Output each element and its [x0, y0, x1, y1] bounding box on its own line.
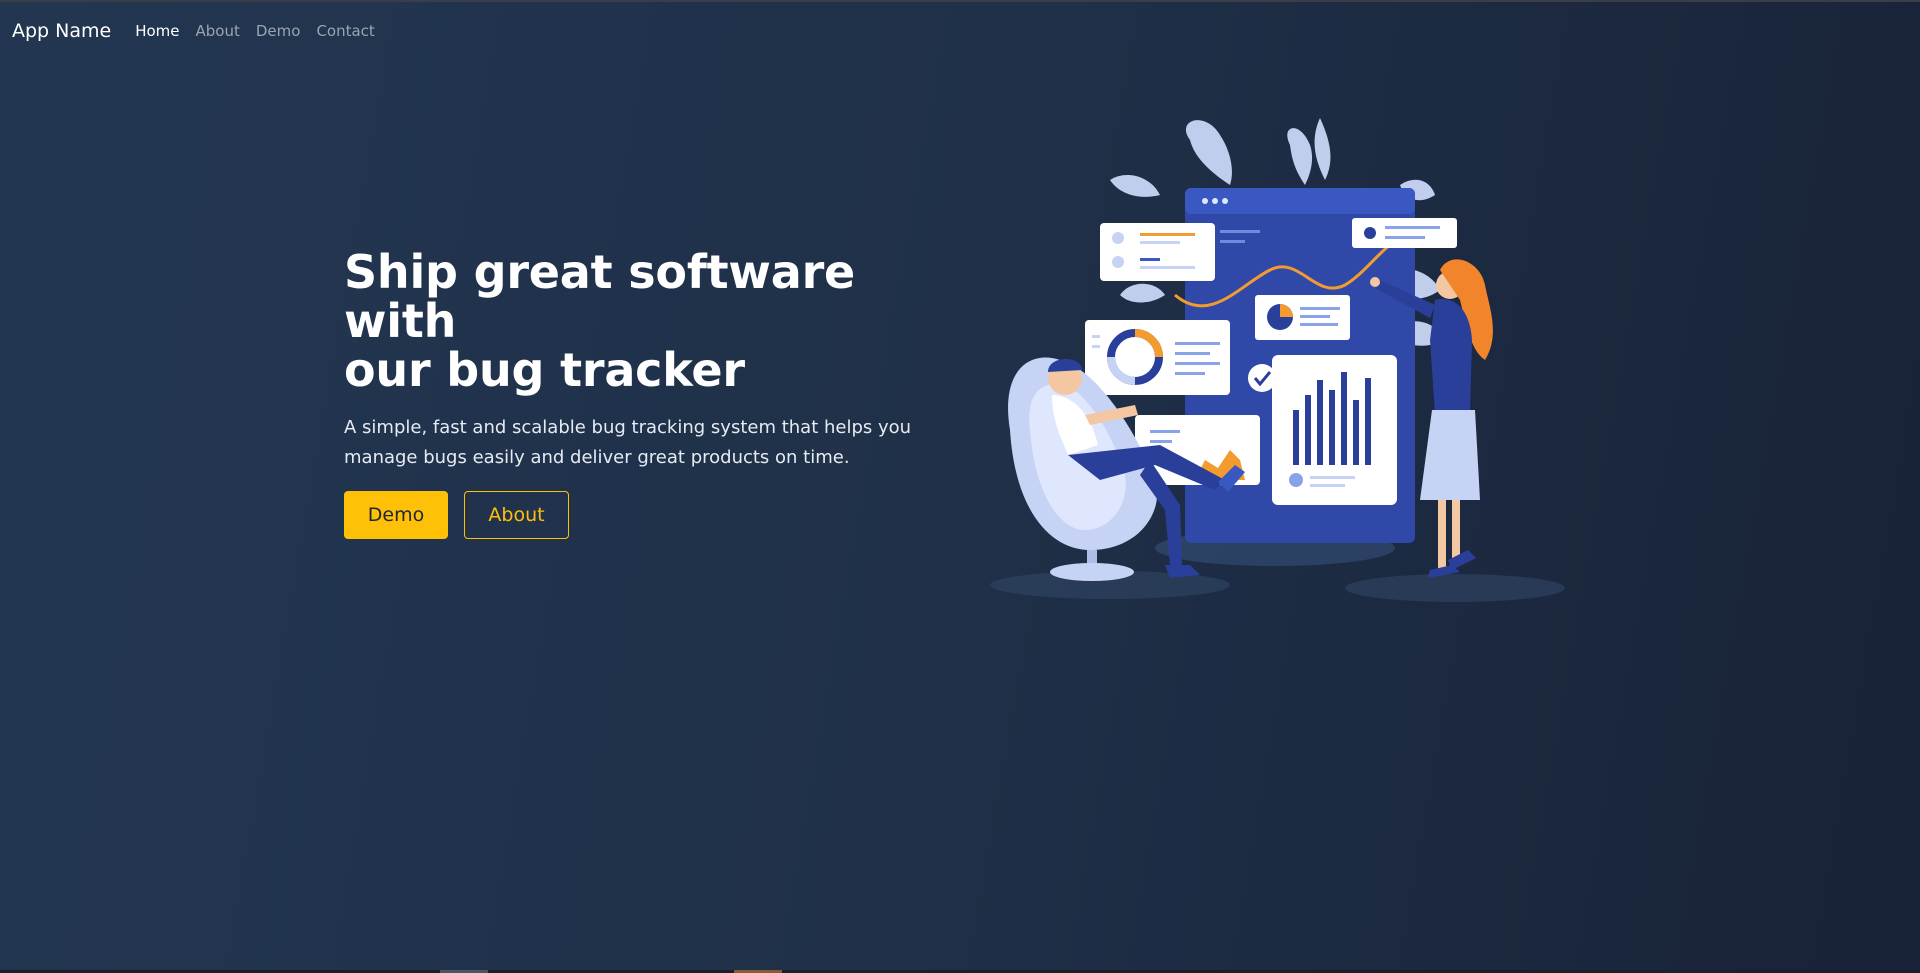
- hero-subtitle: A simple, fast and scalable bug tracking…: [344, 417, 912, 468]
- hero-title-line2: our bug tracker: [344, 343, 745, 397]
- nav-link-contact[interactable]: Contact: [316, 22, 374, 40]
- nav-link-about[interactable]: About: [196, 22, 240, 40]
- demo-button[interactable]: Demo: [344, 491, 448, 539]
- hero-title-line1: Ship great software with: [344, 245, 856, 348]
- brand-logo[interactable]: App Name: [12, 20, 111, 42]
- about-button[interactable]: About: [464, 491, 569, 539]
- hero-title: Ship great software with our bug tracker: [344, 248, 964, 395]
- dashboard-team-illustration-icon: [990, 118, 1565, 602]
- nav-link-home[interactable]: Home: [135, 22, 179, 40]
- hero-illustration: [990, 110, 1570, 610]
- hero-actions: Demo About: [344, 491, 964, 539]
- hero-section: Ship great software with our bug tracker…: [344, 248, 964, 539]
- top-navbar: App Name Home About Demo Contact: [0, 0, 1920, 62]
- nav-link-demo[interactable]: Demo: [256, 22, 301, 40]
